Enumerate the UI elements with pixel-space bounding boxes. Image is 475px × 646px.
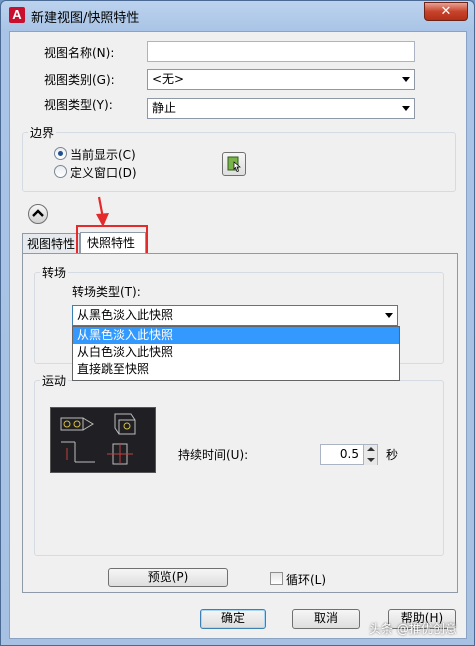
view-type-label: 视图类型(Y): xyxy=(44,98,113,112)
chevron-up-icon xyxy=(32,209,44,217)
motion-preview-thumbnail xyxy=(50,407,156,473)
close-button[interactable]: ✕ xyxy=(424,2,468,21)
view-type-value: 静止 xyxy=(152,101,177,115)
transition-type-combo[interactable]: 从黑色淡入此快照 xyxy=(72,305,398,326)
view-category-combo[interactable]: <无> xyxy=(147,69,415,90)
watermark-text: 头条 @推优创意 xyxy=(369,622,457,636)
chevron-down-icon xyxy=(402,106,410,111)
loop-checkbox-label: 循环(L) xyxy=(286,573,327,587)
radio-define-window[interactable] xyxy=(54,165,67,178)
annotation-arrow-icon xyxy=(96,196,109,227)
cancel-button[interactable]: 取消 xyxy=(292,609,360,629)
annotation-highlight-box xyxy=(76,225,148,255)
transition-type-dropdown-list: 从黑色淡入此快照 从白色淡入此快照 直接跳至快照 xyxy=(72,326,400,381)
window-title: 新建视图/快照特性 xyxy=(31,11,140,26)
transition-option[interactable]: 直接跳至快照 xyxy=(73,361,399,378)
view-category-value: <无> xyxy=(152,72,185,86)
dialog-client-area: 视图名称(N): 视图类别(G): <无> 视图类型(Y): 静止 边界 当前显… xyxy=(9,31,467,639)
motion-group-title: 运动 xyxy=(40,372,69,389)
chevron-down-icon xyxy=(402,77,410,82)
duration-label: 持续时间(U): xyxy=(178,448,249,462)
transition-group-title: 转场 xyxy=(40,264,69,281)
duration-spinner[interactable]: 0.5 xyxy=(320,444,378,465)
dialog-window: A 新建视图/快照特性 ✕ 视图名称(N): 视图类别(G): <无> 视图类型… xyxy=(0,0,475,646)
radio-define-window-label: 定义窗口(D) xyxy=(70,166,137,180)
preview-button-label: 预览(P) xyxy=(147,570,189,584)
transition-type-label: 转场类型(T): xyxy=(72,285,141,299)
cad-drawing-preview-icon xyxy=(60,413,136,465)
title-bar[interactable]: A 新建视图/快照特性 ✕ xyxy=(1,1,474,29)
autocad-app-icon: A xyxy=(9,7,25,23)
chevron-down-icon xyxy=(385,313,393,318)
transition-type-value: 从黑色淡入此快照 xyxy=(77,308,174,322)
preview-button[interactable]: 预览(P) xyxy=(108,568,228,587)
ok-button[interactable]: 确定 xyxy=(200,609,266,629)
transition-option[interactable]: 从黑色淡入此快照 xyxy=(73,327,399,344)
tab-view-properties[interactable]: 视图特性 xyxy=(22,233,80,254)
cancel-button-label: 取消 xyxy=(313,611,338,625)
view-name-label: 视图名称(N): xyxy=(44,46,115,60)
duration-value: 0.5 xyxy=(339,447,359,461)
tab-view-properties-label: 视图特性 xyxy=(27,237,76,251)
ok-button-label: 确定 xyxy=(220,611,245,625)
transition-option[interactable]: 从白色淡入此快照 xyxy=(73,344,399,361)
boundary-group-title: 边界 xyxy=(28,124,57,141)
define-window-button[interactable] xyxy=(222,152,246,176)
duration-unit: 秒 xyxy=(386,448,399,462)
radio-current-display-label: 当前显示(C) xyxy=(70,148,136,162)
collapse-button[interactable] xyxy=(28,204,48,224)
spinner-down-icon[interactable] xyxy=(363,455,377,465)
close-icon: ✕ xyxy=(440,4,452,19)
view-type-combo[interactable]: 静止 xyxy=(147,98,415,119)
view-name-input[interactable] xyxy=(147,41,415,62)
radio-current-display[interactable] xyxy=(54,147,67,160)
view-category-label: 视图类别(G): xyxy=(44,73,115,87)
spinner-up-icon[interactable] xyxy=(363,445,377,455)
loop-checkbox[interactable] xyxy=(270,572,283,585)
select-window-icon xyxy=(227,156,241,172)
